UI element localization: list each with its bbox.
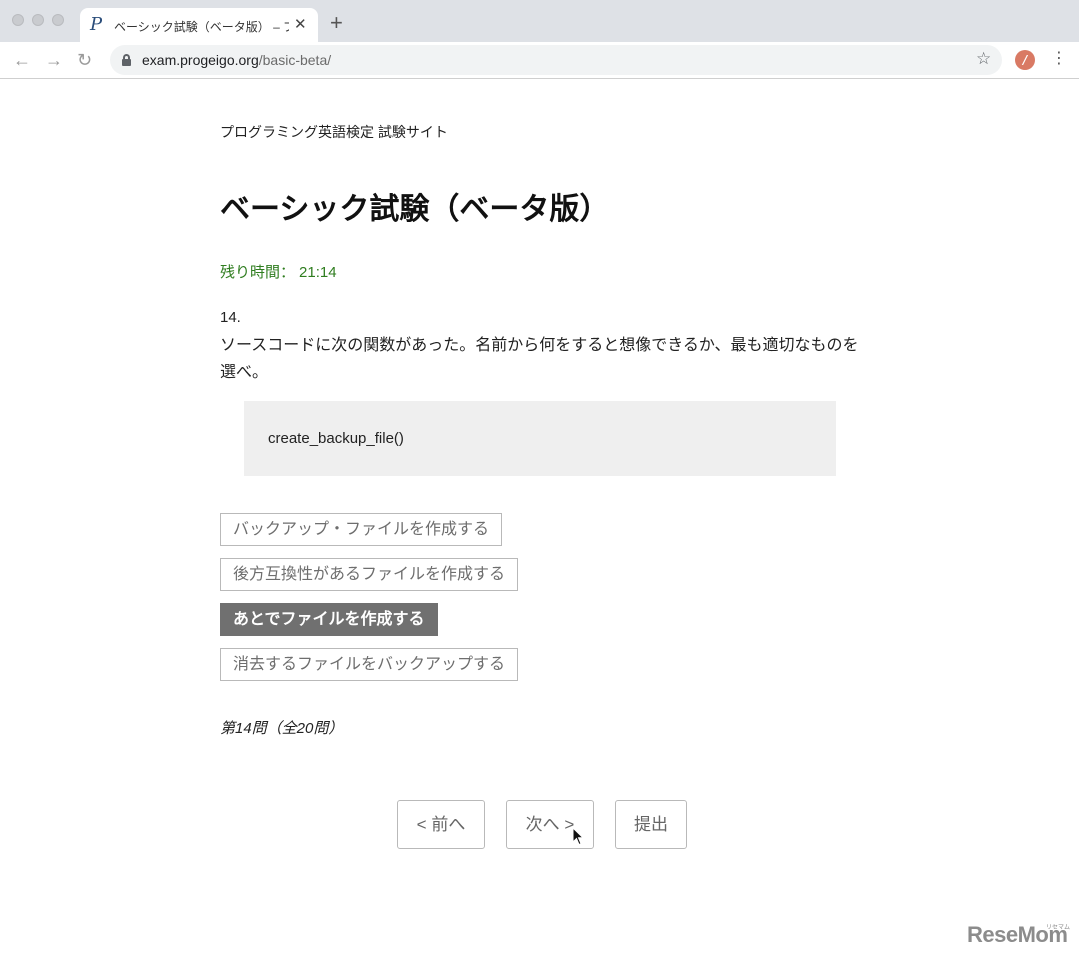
timer-label: 残り時間： <box>220 264 296 281</box>
new-tab-icon[interactable]: + <box>330 12 343 34</box>
lock-icon <box>122 54 131 66</box>
window-zoom-dot[interactable] <box>52 14 64 26</box>
address-bar[interactable]: exam.progeigo.org/basic-beta/ ☆ <box>110 45 1002 75</box>
window-minimize-dot[interactable] <box>32 14 44 26</box>
browser-tab-active[interactable]: P ベーシック試験（ベータ版） – プロ ✕ <box>80 8 318 42</box>
url-host: exam.progeigo.org <box>142 52 259 68</box>
extension-icon[interactable]: / <box>1015 50 1035 70</box>
previous-button[interactable]: < 前へ <box>397 800 485 849</box>
code-block: create_backup_file() <box>244 401 836 476</box>
answer-choice-3[interactable]: あとでファイルを作成する <box>220 603 438 636</box>
page-title: ベーシック試験（ベータ版） <box>220 193 610 226</box>
timer-value: 21:14 <box>299 264 337 281</box>
url-text[interactable]: exam.progeigo.org/basic-beta/ <box>142 52 331 68</box>
remaining-time: 残り時間： 21:14 <box>220 261 337 282</box>
window-close-dot[interactable] <box>12 14 24 26</box>
answer-choice-1[interactable]: バックアップ・ファイルを作成する <box>220 513 503 546</box>
question-number: 14. <box>220 309 241 326</box>
back-arrow-icon[interactable]: ← <box>13 50 31 70</box>
code-snippet: create_backup_file() <box>268 430 404 447</box>
tab-title: ベーシック試験（ベータ版） – プロ <box>114 20 289 34</box>
mouse-cursor-icon <box>572 827 584 846</box>
browser-toolbar: ← → ↻ exam.progeigo.org/basic-beta/ ☆ / … <box>0 42 1079 79</box>
bookmark-star-icon[interactable]: ☆ <box>976 49 991 69</box>
url-path: /basic-beta/ <box>258 52 332 68</box>
answer-choice-4[interactable]: 消去するファイルをバックアップする <box>220 648 519 681</box>
tab-close-icon[interactable]: ✕ <box>294 15 307 33</box>
browser-tab-bar: P ベーシック試験（ベータ版） – プロ ✕ + <box>0 0 1079 42</box>
site-favicon-icon: P <box>90 14 103 35</box>
forward-arrow-icon[interactable]: → <box>45 50 63 70</box>
browser-menu-icon[interactable]: ⋮ <box>1051 49 1067 69</box>
submit-button[interactable]: 提出 <box>615 800 687 849</box>
site-name: プログラミング英語検定 試験サイト <box>220 124 448 140</box>
question-progress: 第14問（全20問） <box>220 720 344 737</box>
reload-icon[interactable]: ↻ <box>77 50 92 70</box>
answer-choice-2[interactable]: 後方互換性があるファイルを作成する <box>220 558 519 591</box>
question-text: ソースコードに次の関数があった。名前から何をすると想像できるか、最も適切なものを… <box>220 337 859 381</box>
resemom-watermark-sub: リセマム <box>1046 925 1071 931</box>
